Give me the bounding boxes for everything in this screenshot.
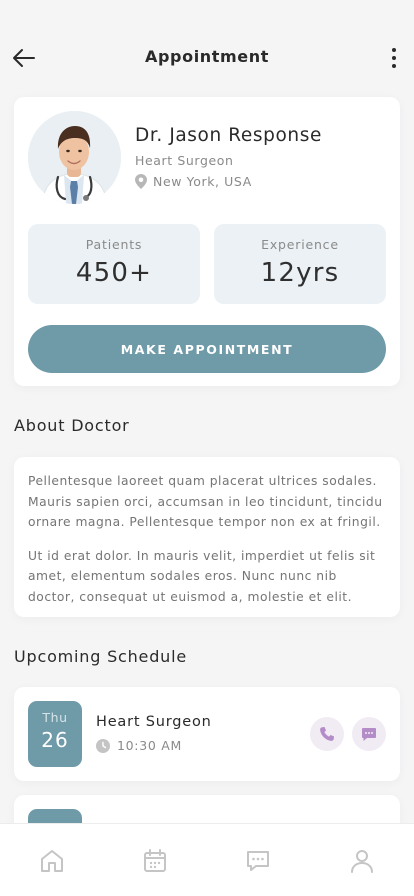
- patients-stat: Patients 450+: [28, 224, 200, 304]
- more-dot-icon: [392, 56, 396, 60]
- location-text: New York, USA: [153, 174, 252, 189]
- patients-value: 450+: [75, 258, 153, 288]
- about-section-title: About Doctor: [14, 416, 130, 435]
- about-card: Pellentesque laoreet quam placerat ultri…: [14, 457, 400, 617]
- schedule-date-badge: Thu 26: [28, 701, 82, 767]
- appointment-screen: Appointment Dr. Jason Response Heart Sur…: [0, 0, 414, 896]
- page-title: Appointment: [145, 47, 269, 66]
- doctor-specialty: Heart Surgeon: [135, 153, 234, 168]
- bottom-navigation: [0, 823, 414, 896]
- calendar-icon: [144, 849, 166, 872]
- schedule-time-text: 10:30 AM: [117, 738, 182, 753]
- schedule-title: Heart Surgeon: [96, 714, 212, 730]
- experience-stat: Experience 12yrs: [214, 224, 386, 304]
- about-paragraph: Ut id erat dolor. In mauris velit, imper…: [28, 548, 376, 604]
- home-icon: [41, 850, 63, 872]
- nav-home[interactable]: [37, 846, 67, 876]
- doctor-card: Dr. Jason Response Heart Surgeon New Yor…: [14, 97, 400, 386]
- schedule-section-title: Upcoming Schedule: [14, 647, 187, 666]
- schedule-item[interactable]: Thu 26 Heart Surgeon 10:30 AM: [14, 687, 400, 781]
- chat-bubble-icon: [362, 728, 376, 741]
- more-dot-icon: [392, 48, 396, 52]
- doctor-name: Dr. Jason Response: [135, 125, 322, 146]
- schedule-day: Thu: [42, 710, 68, 725]
- location-pin-icon: [135, 174, 147, 189]
- about-paragraph: Pellentesque laoreet quam placerat ultri…: [28, 474, 383, 529]
- phone-icon: [320, 727, 334, 741]
- experience-value: 12yrs: [260, 258, 340, 288]
- nav-messages[interactable]: [243, 846, 273, 876]
- message-button[interactable]: [352, 717, 386, 751]
- profile-icon: [351, 850, 373, 873]
- schedule-time: 10:30 AM: [96, 738, 182, 753]
- patients-label: Patients: [85, 237, 143, 252]
- make-appointment-button[interactable]: MAKE APPOINTMENT: [28, 325, 386, 373]
- experience-label: Experience: [261, 237, 339, 252]
- call-button[interactable]: [310, 717, 344, 751]
- nav-calendar[interactable]: [140, 846, 170, 876]
- schedule-date: 26: [41, 728, 69, 752]
- clock-icon: [96, 738, 110, 753]
- nav-profile[interactable]: [347, 846, 377, 876]
- more-options-button[interactable]: [380, 44, 408, 72]
- doctor-avatar: [28, 111, 121, 204]
- chat-icon: [247, 851, 269, 871]
- doctor-portrait: [28, 111, 121, 204]
- header: Appointment: [0, 38, 414, 78]
- doctor-location: New York, USA: [135, 174, 252, 189]
- more-dot-icon: [392, 64, 396, 68]
